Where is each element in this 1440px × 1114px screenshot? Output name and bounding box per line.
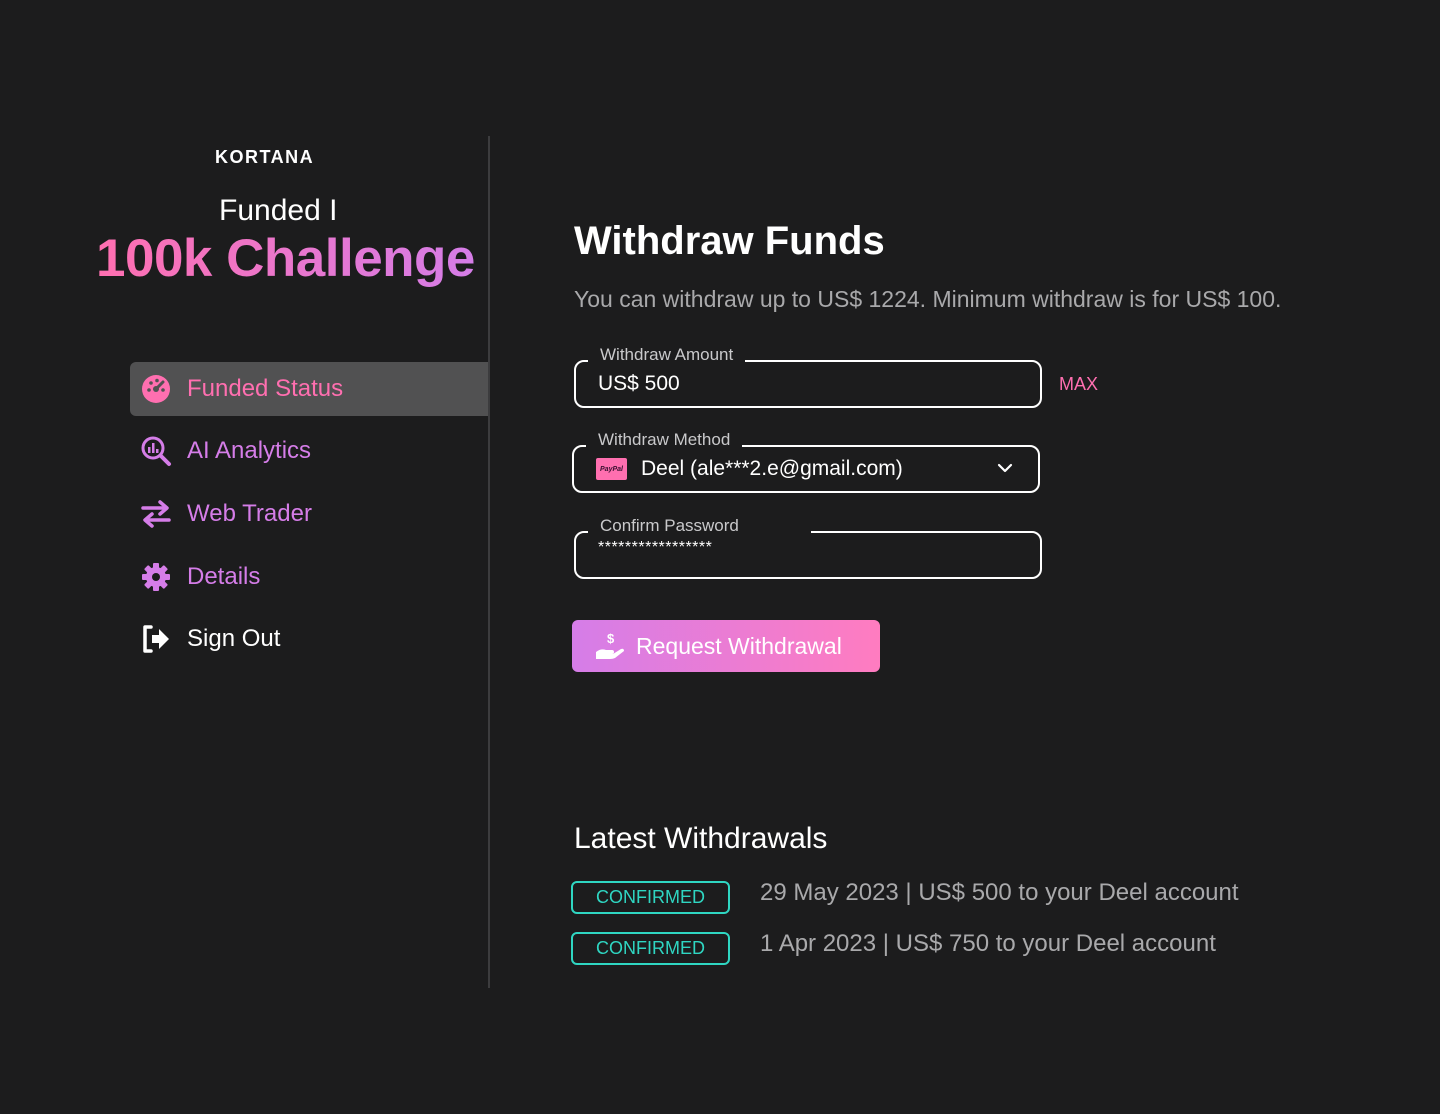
svg-text:$: $ bbox=[607, 631, 615, 646]
request-withdrawal-label: Request Withdrawal bbox=[636, 632, 842, 659]
hand-dollar-icon: $ bbox=[594, 630, 626, 662]
status-badge: CONFIRMED bbox=[571, 932, 730, 965]
withdraw-method-label: Withdraw Method bbox=[586, 430, 743, 450]
status-badge: CONFIRMED bbox=[571, 881, 730, 914]
withdrawal-row-text: 29 May 2023 | US$ 500 to your Deel accou… bbox=[760, 879, 1239, 906]
dashboard-icon bbox=[140, 373, 172, 405]
funded-label: Funded I bbox=[219, 194, 338, 227]
sidebar-item-label: Sign Out bbox=[187, 625, 281, 652]
sidebar-item-label: AI Analytics bbox=[187, 437, 312, 464]
latest-withdrawals-title: Latest Withdrawals bbox=[574, 822, 828, 855]
sidebar-item-ai-analytics[interactable]: AI Analytics bbox=[130, 424, 489, 478]
sidebar-item-label: Funded Status bbox=[187, 375, 344, 402]
confirm-password-value[interactable]: ***************** bbox=[598, 539, 712, 557]
brand-logo: KORTANA bbox=[215, 147, 315, 167]
request-withdrawal-button[interactable]: $ Request Withdrawal bbox=[572, 620, 880, 672]
withdrawal-row-text: 1 Apr 2023 | US$ 750 to your Deel accoun… bbox=[760, 930, 1216, 957]
paypal-icon: PayPal bbox=[596, 458, 627, 480]
sidebar-item-label: Details bbox=[187, 563, 261, 590]
withdraw-method-value: Deel (ale***2.e@gmail.com) bbox=[641, 457, 903, 480]
challenge-title: 100k Challenge bbox=[96, 229, 475, 288]
sidebar-item-label: Web Trader bbox=[187, 500, 312, 527]
confirm-password-label: Confirm Password bbox=[588, 516, 811, 536]
withdraw-amount-value[interactable]: US$ 500 bbox=[598, 372, 680, 396]
sidebar-item-web-trader[interactable]: Web Trader bbox=[130, 487, 489, 541]
sidebar-divider bbox=[488, 136, 490, 988]
gear-icon bbox=[140, 561, 172, 593]
sidebar-item-details[interactable]: Details bbox=[130, 550, 489, 604]
withdraw-method-select[interactable]: Withdraw Method PayPal Deel (ale***2.e@g… bbox=[572, 430, 1040, 493]
page-title: Withdraw Funds bbox=[574, 219, 885, 263]
sidebar-item-sign-out[interactable]: Sign Out bbox=[130, 612, 489, 666]
withdraw-limits-text: You can withdraw up to US$ 1224. Minimum… bbox=[574, 286, 1282, 312]
analytics-search-icon bbox=[140, 435, 172, 467]
max-button[interactable]: MAX bbox=[1059, 374, 1098, 395]
sidebar-item-funded-status[interactable]: Funded Status bbox=[130, 362, 489, 416]
chevron-down-icon[interactable] bbox=[996, 459, 1014, 482]
withdraw-amount-field[interactable]: Withdraw Amount US$ 500 bbox=[574, 345, 1042, 408]
swap-arrows-icon bbox=[140, 498, 172, 530]
withdraw-amount-label: Withdraw Amount bbox=[588, 345, 746, 365]
confirm-password-field[interactable]: Confirm Password ***************** bbox=[574, 516, 1042, 579]
sign-out-icon bbox=[140, 623, 172, 655]
